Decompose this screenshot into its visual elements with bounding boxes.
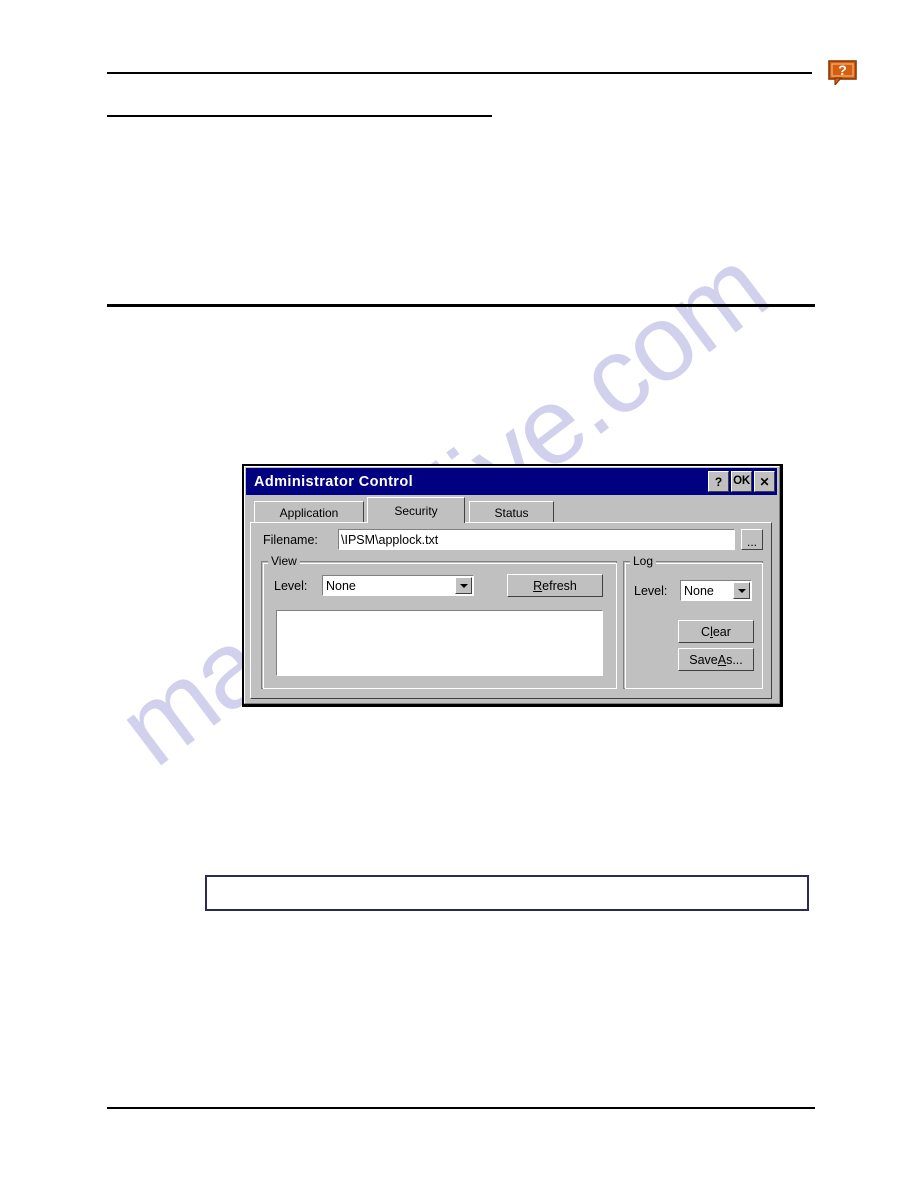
security-tab-page: Filename: ... View Level: None Refresh L…: [250, 522, 772, 699]
save-as-button[interactable]: Save As...: [678, 648, 754, 671]
note-box: [205, 875, 809, 911]
view-listbox[interactable]: [276, 610, 603, 676]
log-group-legend: Log: [630, 554, 657, 568]
refresh-label-suffix: efresh: [542, 578, 577, 593]
log-level-combobox[interactable]: None: [680, 580, 752, 601]
refresh-button[interactable]: Refresh: [507, 574, 603, 597]
header-rule-top: [107, 72, 812, 74]
dialog-client-area: Application Security Status Filename: ..…: [248, 497, 775, 701]
tab-security[interactable]: Security: [367, 497, 465, 523]
saveas-label-suffix: s...: [726, 652, 743, 667]
view-level-value: None: [326, 578, 356, 593]
svg-text:?: ?: [838, 62, 847, 78]
saveas-label-accel: A: [717, 652, 727, 667]
titlebar-close-button[interactable]: ✕: [754, 471, 775, 492]
refresh-label-accel: R: [533, 578, 543, 593]
question-mark-bubble-icon: ?: [828, 60, 857, 85]
titlebar-help-button[interactable]: ?: [708, 471, 729, 492]
footer-rule: [107, 1107, 815, 1109]
tab-status[interactable]: Status: [469, 501, 554, 523]
administrator-control-dialog: Administrator Control ? OK ✕ Application…: [242, 464, 783, 707]
header-rule-sub: [107, 115, 492, 117]
section-rule: [107, 304, 815, 307]
view-groupbox: View Level: None Refresh: [261, 554, 617, 689]
filename-label: Filename:: [263, 533, 318, 547]
log-groupbox: Log Level: None Cl ear Save As...: [623, 554, 763, 689]
clear-button[interactable]: Cl ear: [678, 620, 754, 643]
tab-application[interactable]: Application: [254, 501, 364, 523]
titlebar-ok-button[interactable]: OK: [731, 471, 752, 492]
log-level-value: None: [684, 583, 714, 598]
browse-button[interactable]: ...: [741, 529, 763, 550]
chevron-down-icon[interactable]: [733, 582, 750, 599]
view-group-legend: View: [268, 554, 300, 568]
dialog-title: Administrator Control: [254, 473, 414, 490]
saveas-label-prefix: Save: [689, 652, 718, 667]
tab-strip: Application Security Status: [250, 497, 772, 523]
clear-label-suffix: ear: [712, 624, 731, 639]
filename-input[interactable]: [338, 529, 735, 550]
chevron-down-icon[interactable]: [455, 577, 472, 594]
dialog-titlebar: Administrator Control ? OK ✕: [246, 468, 777, 495]
view-level-combobox[interactable]: None: [322, 575, 474, 596]
view-level-label: Level:: [274, 579, 308, 593]
log-level-label: Level:: [634, 584, 668, 598]
clear-label-prefix: C: [701, 624, 711, 639]
